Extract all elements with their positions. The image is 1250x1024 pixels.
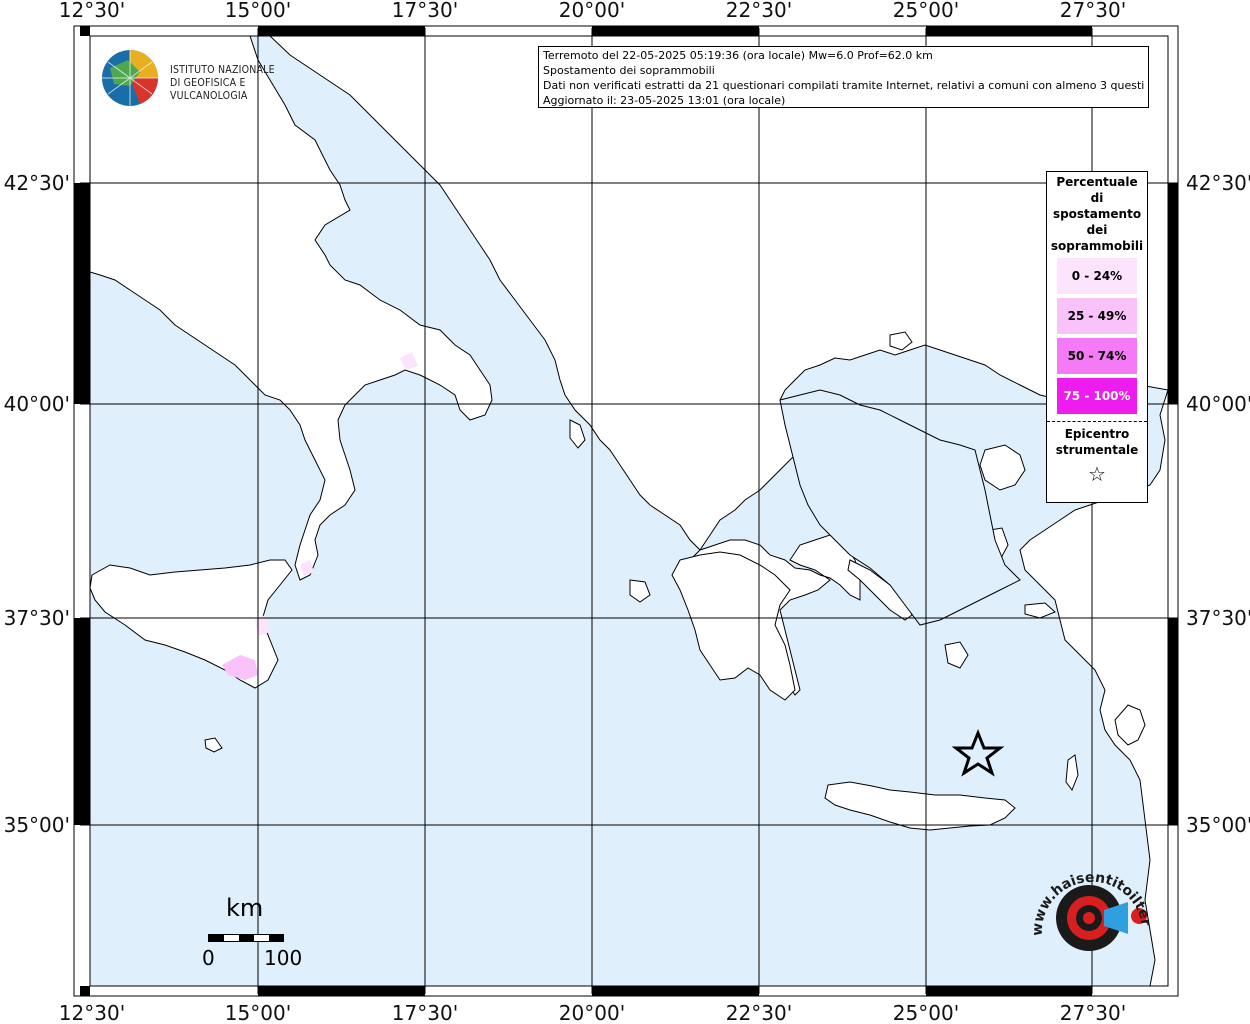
top-tick-label: 25°00' (893, 0, 959, 22)
right-tick-label: 37°30' (1186, 606, 1250, 630)
left-tick-label: 42°30' (4, 171, 70, 195)
legend-title-line: di (1090, 191, 1104, 205)
legend-title-line: soprammobili (1050, 239, 1144, 253)
bottom-tick-label: 12°30' (59, 1001, 125, 1024)
top-tick-label: 27°30' (1060, 0, 1126, 22)
info-updated: Aggiornato il: 23-05-2025 13:01 (ora loc… (543, 94, 786, 107)
left-tick-label: 35°00' (4, 813, 70, 837)
top-tick-label: 22°30' (726, 0, 792, 22)
ingv-logo: ISTITUTO NAZIONALE DI GEOFISICA E VULCAN… (100, 46, 320, 112)
legend-item-50-74: 50 - 74% (1057, 338, 1137, 374)
left-tick-label: 37°30' (4, 606, 70, 630)
top-tick-label: 15°00' (225, 0, 291, 22)
bottom-tick-label: 22°30' (726, 1001, 792, 1024)
legend-title-line: spostamento (1052, 207, 1142, 221)
globe-icon (102, 50, 158, 106)
bottom-tick-label: 17°30' (392, 1001, 458, 1024)
top-tick-labels: 12°30' 15°00' 17°30' 20°00' 22°30' 25°00… (59, 0, 1126, 22)
top-tick-label: 17°30' (392, 0, 458, 22)
legend-title-line: dei (1086, 223, 1108, 237)
right-tick-label: 35°00' (1186, 813, 1250, 837)
top-tick-label: 12°30' (59, 0, 125, 22)
scale-end: 100 (264, 946, 303, 970)
scale-unit: km (226, 894, 264, 922)
bottom-tick-label: 27°30' (1060, 1001, 1126, 1024)
left-tick-labels: 42°30' 40°00' 37°30' 35°00' (4, 171, 70, 837)
info-box: Terremoto del 22-05-2025 05:19:36 (ora l… (538, 46, 1149, 108)
legend-epicenter-line: Epicentro (1064, 427, 1130, 441)
info-parameter: Spostamento dei soprammobili (543, 64, 715, 77)
legend-epicenter-line: strumentale (1055, 443, 1139, 457)
legend-item-0-24: 0 - 24% (1057, 258, 1137, 294)
right-tick-labels: 42°30' 40°00' 37°30' 35°00' (1186, 171, 1250, 837)
info-event: Terremoto del 22-05-2025 05:19:36 (ora l… (543, 49, 933, 62)
logo-line1: ISTITUTO NAZIONALE (170, 64, 275, 76)
scale-start: 0 (202, 946, 215, 970)
legend-item-25-49: 25 - 49% (1057, 298, 1137, 334)
legend-epicenter-title: Epicentro strumentale (1047, 422, 1147, 458)
legend-title-line: Percentuale (1056, 175, 1138, 189)
scale-bar: km 0 100 (196, 890, 316, 980)
hst-logo: www.haisentitoilterremoto.it (1024, 858, 1154, 951)
right-tick-label: 42°30' (1186, 171, 1250, 195)
left-tick-label: 40°00' (4, 392, 70, 416)
bottom-tick-label: 20°00' (559, 1001, 625, 1024)
bottom-tick-label: 25°00' (893, 1001, 959, 1024)
right-tick-label: 40°00' (1186, 392, 1250, 416)
bottom-tick-labels: 12°30' 15°00' 17°30' 20°00' 22°30' 25°00… (59, 1001, 1126, 1024)
scale-bar-graphic (208, 934, 284, 942)
top-tick-label: 20°00' (559, 0, 625, 22)
legend-item-75-100: 75 - 100% (1057, 378, 1137, 414)
legend: Percentuale di spostamento dei soprammob… (1046, 171, 1148, 503)
legend-title: Percentuale di spostamento dei soprammob… (1047, 172, 1147, 254)
bottom-tick-label: 15°00' (225, 1001, 291, 1024)
logo-line2: DI GEOFISICA E VULCANOLOGIA (170, 77, 248, 102)
info-data-note: Dati non verificati estratti da 21 quest… (543, 79, 1144, 92)
legend-star-icon: ☆ (1088, 462, 1106, 486)
